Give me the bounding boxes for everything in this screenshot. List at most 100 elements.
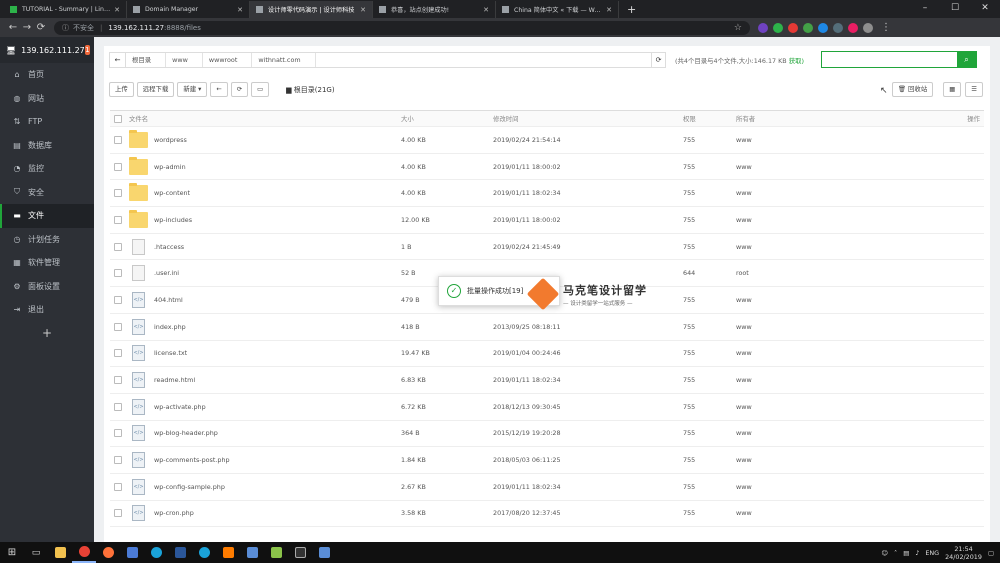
- file-perm[interactable]: 755: [683, 323, 736, 331]
- table-row[interactable]: </> wp-activate.php 6.72 KB 2018/12/13 09:3…: [110, 394, 984, 421]
- file-owner[interactable]: www: [736, 323, 886, 331]
- breadcrumb-item[interactable]: wwwroot: [203, 53, 253, 67]
- file-perm[interactable]: 755: [683, 403, 736, 411]
- sidebar-item[interactable]: ▤ 数据库: [0, 134, 94, 158]
- menu-kebab-icon[interactable]: ⋮: [881, 22, 891, 33]
- illustrator-icon[interactable]: [216, 542, 240, 563]
- browser-tab[interactable]: China 简体中文 « 下载 — WordP ✕: [496, 1, 619, 18]
- sidebar-item[interactable]: ⌂ 首页: [0, 63, 94, 87]
- extension-icon[interactable]: [833, 22, 843, 33]
- people-icon[interactable]: ☺: [881, 549, 888, 557]
- row-checkbox[interactable]: [114, 135, 122, 144]
- app-icon[interactable]: [264, 542, 288, 563]
- row-checkbox[interactable]: [114, 322, 122, 331]
- file-name-cell[interactable]: </> wp-comments-post.php: [129, 452, 401, 469]
- task-view-icon[interactable]: ▭: [24, 542, 48, 563]
- row-checkbox[interactable]: [114, 349, 122, 358]
- network-icon[interactable]: ▤: [903, 549, 909, 557]
- col-size[interactable]: 大小: [401, 114, 493, 123]
- file-name-cell[interactable]: </> license.txt: [129, 345, 401, 362]
- notification-badge[interactable]: 1: [84, 45, 90, 55]
- row-checkbox[interactable]: [114, 402, 122, 411]
- extension-icon[interactable]: [758, 22, 768, 33]
- notification-icon[interactable]: ▢: [988, 549, 994, 557]
- file-owner[interactable]: www: [736, 216, 886, 224]
- close-tab-icon[interactable]: ✕: [360, 6, 366, 14]
- table-row[interactable]: wordpress 4.00 KB 2019/02/24 21:54:14 755 ww…: [110, 127, 984, 154]
- file-name-cell[interactable]: wp-includes: [129, 209, 401, 228]
- file-perm[interactable]: 755: [683, 296, 736, 304]
- close-tab-icon[interactable]: ✕: [237, 6, 243, 14]
- file-name-cell[interactable]: </> index.php: [129, 318, 401, 335]
- reload-icon[interactable]: ⟳: [34, 22, 48, 33]
- sidebar-item[interactable]: ▬ 文件: [0, 204, 94, 228]
- sidebar-item[interactable]: ▦ 软件管理: [0, 251, 94, 275]
- sidebar-item[interactable]: ⛉ 安全: [0, 181, 94, 205]
- new-tab-button[interactable]: +: [619, 1, 644, 18]
- file-perm[interactable]: 644: [683, 269, 736, 277]
- file-perm[interactable]: 755: [683, 216, 736, 224]
- row-checkbox[interactable]: [114, 162, 122, 171]
- file-owner[interactable]: www: [736, 136, 886, 144]
- row-checkbox[interactable]: [114, 456, 122, 465]
- file-name-cell[interactable]: </> 404.html: [129, 291, 401, 308]
- refresh-button[interactable]: ⟳: [230, 82, 249, 97]
- app-icon[interactable]: [312, 542, 336, 563]
- table-row[interactable]: .htaccess 1 B 2019/02/24 21:45:49 755 www: [110, 234, 984, 261]
- back-arrow-icon[interactable]: ←: [6, 22, 20, 33]
- sidebar-item[interactable]: ◷ 计划任务: [0, 228, 94, 252]
- terminal-icon[interactable]: [288, 542, 312, 563]
- lang-indicator[interactable]: ENG: [925, 549, 939, 557]
- file-perm[interactable]: 755: [683, 136, 736, 144]
- table-row[interactable]: wp-admin 4.00 KB 2019/01/11 18:00:02 755 www: [110, 154, 984, 181]
- file-name-cell[interactable]: </> readme.html: [129, 372, 401, 389]
- file-name-cell[interactable]: wp-content: [129, 183, 401, 202]
- file-owner[interactable]: www: [736, 483, 886, 491]
- file-owner[interactable]: www: [736, 163, 886, 171]
- file-name-cell[interactable]: </> wp-cron.php: [129, 505, 401, 522]
- file-name-cell[interactable]: wordpress: [129, 129, 401, 148]
- bookmark-star-icon[interactable]: ☆: [734, 23, 742, 33]
- file-owner[interactable]: www: [736, 349, 886, 357]
- maximize-icon[interactable]: ☐: [940, 0, 970, 18]
- info-icon[interactable]: ⓘ: [62, 23, 69, 33]
- row-checkbox[interactable]: [114, 269, 122, 278]
- close-tab-icon[interactable]: ✕: [483, 6, 489, 14]
- file-owner[interactable]: www: [736, 403, 886, 411]
- volume-icon[interactable]: ♪: [915, 549, 919, 557]
- file-owner[interactable]: root: [736, 269, 886, 277]
- extension-icon[interactable]: [788, 22, 798, 33]
- row-checkbox[interactable]: [114, 509, 122, 518]
- row-checkbox[interactable]: [114, 189, 122, 198]
- sidebar-item[interactable]: ⇅ FTP: [0, 110, 94, 134]
- app-icon[interactable]: [144, 542, 168, 563]
- minimize-icon[interactable]: –: [910, 0, 940, 18]
- back-arrow-icon[interactable]: ←: [110, 53, 126, 67]
- browser-tab[interactable]: TUTORIAL - Summary | Linode M ✕: [4, 1, 127, 18]
- refresh-icon[interactable]: ⟳: [651, 53, 665, 67]
- col-modified[interactable]: 修改时间: [493, 114, 683, 123]
- file-explorer-icon[interactable]: [48, 542, 72, 563]
- table-row[interactable]: wp-includes 12.00 KB 2019/01/11 18:00:02 75…: [110, 207, 984, 234]
- file-perm[interactable]: 755: [683, 456, 736, 464]
- file-name-cell[interactable]: .htaccess: [129, 238, 401, 255]
- extension-icon[interactable]: [803, 22, 813, 33]
- file-name-cell[interactable]: wp-admin: [129, 156, 401, 175]
- app-icon[interactable]: [192, 542, 216, 563]
- file-perm[interactable]: 755: [683, 163, 736, 171]
- browser-tab[interactable]: 恭喜，站点创建成功! ✕: [373, 1, 496, 18]
- table-row[interactable]: </> wp-comments-post.php 1.84 KB 2018/05/03…: [110, 447, 984, 474]
- file-owner[interactable]: www: [736, 296, 886, 304]
- breadcrumb-item[interactable]: www: [166, 53, 203, 67]
- table-row[interactable]: </> wp-blog-header.php 364 B 2015/12/19 19:…: [110, 421, 984, 448]
- file-name-cell[interactable]: </> wp-config-sample.php: [129, 478, 401, 495]
- file-owner[interactable]: www: [736, 243, 886, 251]
- file-name-cell[interactable]: </> wp-blog-header.php: [129, 425, 401, 442]
- app-icon[interactable]: [240, 542, 264, 563]
- row-checkbox[interactable]: [114, 215, 122, 224]
- file-owner[interactable]: www: [736, 189, 886, 197]
- file-perm[interactable]: 755: [683, 243, 736, 251]
- table-row[interactable]: </> wp-cron.php 3.58 KB 2017/08/20 12:37:45…: [110, 501, 984, 528]
- browser-tab[interactable]: 设计师零代码演示 | 设计师科技 ✕: [250, 1, 373, 18]
- list-view-button[interactable]: ☰: [965, 82, 983, 97]
